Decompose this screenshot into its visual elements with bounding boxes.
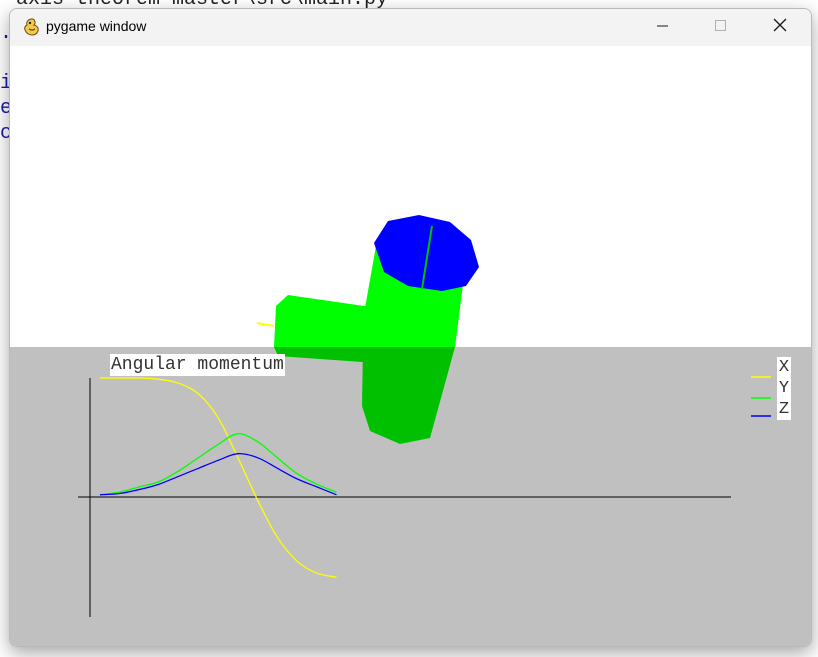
pygame-window: pygame window Angular momentum X Y Z bbox=[9, 8, 812, 647]
pygame-snake-icon bbox=[22, 17, 42, 37]
t-handle-object bbox=[256, 215, 479, 444]
x-axis-stub bbox=[256, 322, 275, 327]
arm-upper bbox=[274, 295, 378, 347]
legend-label-y: Y bbox=[777, 378, 791, 399]
game-canvas[interactable]: Angular momentum X Y Z bbox=[10, 46, 811, 646]
title-bar[interactable]: pygame window bbox=[10, 9, 811, 46]
maximize-button[interactable] bbox=[692, 9, 750, 46]
minimize-button[interactable] bbox=[634, 9, 692, 46]
window-title: pygame window bbox=[46, 18, 147, 34]
scene-svg bbox=[78, 215, 771, 617]
maximize-icon bbox=[715, 19, 727, 37]
series-line-y bbox=[99, 433, 337, 496]
close-button[interactable] bbox=[751, 9, 809, 46]
body-lower bbox=[362, 347, 455, 444]
close-icon bbox=[773, 18, 787, 37]
legend-label-x: X bbox=[777, 357, 791, 378]
chart-title: Angular momentum bbox=[110, 354, 285, 376]
minimize-icon bbox=[657, 19, 669, 37]
series-line-x bbox=[99, 377, 337, 578]
legend-label-z: Z bbox=[777, 399, 791, 420]
series-layer bbox=[99, 377, 337, 578]
arm-lower bbox=[274, 347, 378, 362]
